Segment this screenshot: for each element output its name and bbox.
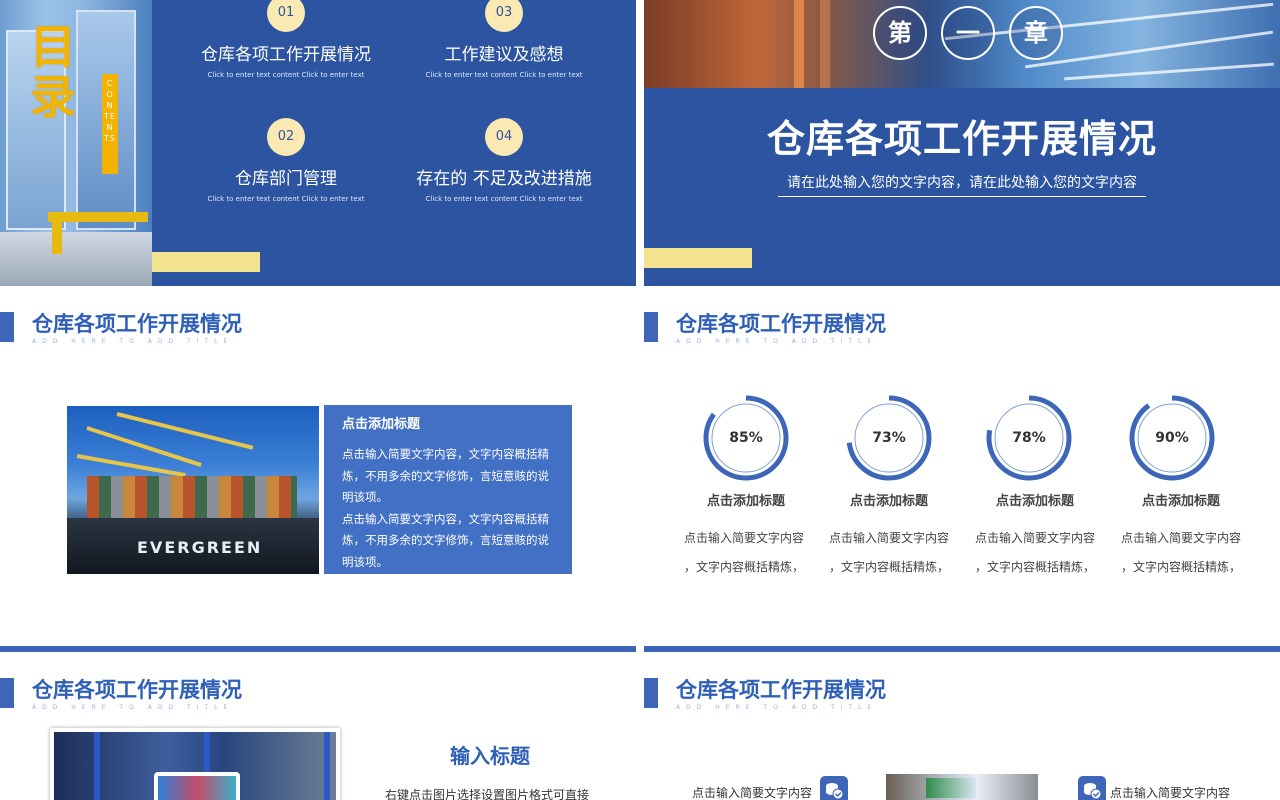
chapter-circle: 章 [1009, 6, 1063, 60]
toc-label: 仓库部门管理 [235, 169, 337, 189]
photo-floor [0, 232, 152, 286]
header-marker [0, 678, 14, 708]
stat-title: 点击添加标题 [1141, 494, 1220, 509]
toc-subtext: Click to enter text content Click to ent… [207, 71, 365, 79]
decor-yellow-block [152, 252, 260, 272]
stat-desc-line: 点击输入简要文字内容 [974, 531, 1095, 545]
photo-rail [48, 212, 148, 222]
feature-text-right: 点击输入简要文字内容 [1110, 786, 1231, 800]
ring-value: 78% [1012, 430, 1046, 446]
photo-frame [50, 728, 340, 800]
photo-rack [324, 732, 330, 800]
stat-desc-line: ，文字内容概括精炼， [828, 560, 949, 574]
slide-title: 仓库各项工作开展情况 [676, 312, 886, 336]
header-marker [644, 678, 658, 708]
card-title: 点击添加标题 [342, 417, 421, 432]
toc-item-01[interactable]: 01 仓库各项工作开展情况 Click to enter text conten… [176, 0, 396, 79]
stat-description: 点击输入简要文字内容 ，文字内容概括精炼， [965, 524, 1105, 582]
coins-check-icon [820, 776, 848, 800]
photo-column [794, 0, 804, 88]
ring-value: 90% [1155, 430, 1189, 446]
chapter-subtitle: 请在此处输入您的文字内容，请在此处输入您的文字内容 [787, 175, 1137, 191]
slide-subtitle: ADD HERE TO ADD TITLE [32, 704, 234, 711]
chapter-divider [778, 196, 1146, 197]
chapter-title: 仓库各项工作开展情况 [766, 117, 1157, 161]
progress-ring: 78% [985, 394, 1073, 482]
stat-desc-line: ，文字内容概括精炼， [1120, 560, 1241, 574]
stat-desc-line: 点击输入简要文字内容 [828, 531, 949, 545]
toc-label: 仓库各项工作开展情况 [201, 45, 371, 65]
toc-number: 04 [485, 118, 523, 156]
progress-ring: 73% [845, 394, 933, 482]
toc-subtext: Click to enter text content Click to ent… [207, 195, 365, 203]
toc-number: 01 [267, 0, 305, 32]
image-text-slide[interactable]: 仓库各项工作开展情况 ADD HERE TO ADD TITLE 输入标题 右键… [0, 646, 636, 800]
stat-title: 点击添加标题 [995, 494, 1074, 509]
toc-item-03[interactable]: 03 工作建议及感想 Click to enter text content C… [394, 0, 614, 79]
input-text: 右键点击图片选择设置图片格式可直接 [385, 788, 590, 800]
top-bar [0, 646, 636, 652]
photo-crane [76, 454, 186, 478]
ring-value: 73% [872, 430, 906, 446]
photo-rail [52, 216, 62, 254]
stat-desc-line: ，文字内容概括精炼， [683, 560, 804, 574]
stats-slide[interactable]: 仓库各项工作开展情况 ADD HERE TO ADD TITLE 85% 73%… [644, 288, 1280, 644]
toc-subtext: Click to enter text content Click to ent… [425, 71, 583, 79]
container-ship-photo: EVERGREEN [67, 406, 319, 574]
contents-label: CONTENTS [104, 79, 116, 143]
laptop-screen [926, 778, 976, 798]
info-card: 点击添加标题 点击输入简要文字内容，文字内容概括精炼，不用多余的文字修饰，言短意… [324, 405, 572, 574]
laptop-photo [886, 774, 1038, 800]
header-marker [0, 312, 14, 342]
stat-description: 点击输入简要文字内容 ，文字内容概括精炼， [674, 524, 814, 582]
tablet-screen [158, 776, 236, 800]
toc-item-02[interactable]: 02 仓库部门管理 Click to enter text content Cl… [176, 118, 396, 203]
slide-title: 仓库各项工作开展情况 [32, 312, 242, 336]
photo-tablet [154, 772, 240, 800]
toc-number: 03 [485, 0, 523, 32]
stat-title: 点击添加标题 [849, 494, 928, 509]
photo-rack [94, 732, 100, 800]
progress-ring: 90% [1128, 394, 1216, 482]
top-bar [644, 646, 1280, 652]
photo-column [820, 0, 830, 88]
stat-description: 点击输入简要文字内容 ，文字内容概括精炼， [819, 524, 959, 582]
ship-brand: EVERGREEN [137, 538, 263, 557]
slide-subtitle: ADD HERE TO ADD TITLE [676, 338, 878, 345]
toc-number: 02 [267, 118, 305, 156]
card-paragraph: 点击输入简要文字内容，文字内容概括精炼，不用多余的文字修饰，言短意赅的说明该项。 [342, 447, 549, 504]
header-marker [644, 312, 658, 342]
slide-subtitle: ADD HERE TO ADD TITLE [32, 338, 234, 345]
warehouse-tablet-photo [54, 732, 336, 800]
stat-desc-line: 点击输入简要文字内容 [683, 531, 804, 545]
slide-title: 仓库各项工作开展情况 [32, 678, 242, 702]
toc-label: 工作建议及感想 [444, 45, 564, 65]
photo-text-slide[interactable]: 仓库各项工作开展情况 ADD HERE TO ADD TITLE EVERGRE… [0, 288, 636, 644]
slide-title: 仓库各项工作开展情况 [676, 678, 886, 702]
card-paragraph: 点击输入简要文字内容，文字内容概括精炼，不用多余的文字修饰，言短意赅的说明该项。 [342, 511, 549, 569]
chapter-circle: 一 [941, 6, 995, 60]
coins-check-icon [1078, 776, 1106, 800]
input-title: 输入标题 [450, 744, 530, 768]
stat-desc-line: 点击输入简要文字内容 [1120, 531, 1241, 545]
stat-description: 点击输入简要文字内容 ，文字内容概括精炼， [1111, 524, 1251, 582]
contents-title: 目录 [30, 20, 76, 124]
photo-containers [87, 476, 297, 520]
decor-yellow-block [644, 248, 752, 268]
contents-slide[interactable]: 目录 CONTENTS 01 仓库各项工作开展情况 Click to enter… [0, 0, 636, 286]
slide-subtitle: ADD HERE TO ADD TITLE [676, 704, 878, 711]
feature-slide[interactable]: 仓库各项工作开展情况 ADD HERE TO ADD TITLE 点击输入简要文… [644, 646, 1280, 800]
toc-item-04[interactable]: 04 存在的 不足及改进措施 Click to enter text conte… [394, 118, 614, 203]
stat-title: 点击添加标题 [706, 494, 785, 509]
photo-beam [1064, 62, 1274, 81]
stat-desc-line: ，文字内容概括精炼， [974, 560, 1095, 574]
ring-value: 85% [729, 430, 763, 446]
progress-ring: 85% [702, 394, 790, 482]
feature-text-left: 点击输入简要文字内容 [692, 786, 813, 800]
toc-subtext: Click to enter text content Click to ent… [425, 195, 583, 203]
chapter-circle: 第 [873, 6, 927, 60]
chapter-slide[interactable]: 第 一 章 仓库各项工作开展情况 请在此处输入您的文字内容，请在此处输入您的文字… [644, 0, 1280, 286]
toc-label: 存在的 不足及改进措施 [416, 169, 592, 189]
